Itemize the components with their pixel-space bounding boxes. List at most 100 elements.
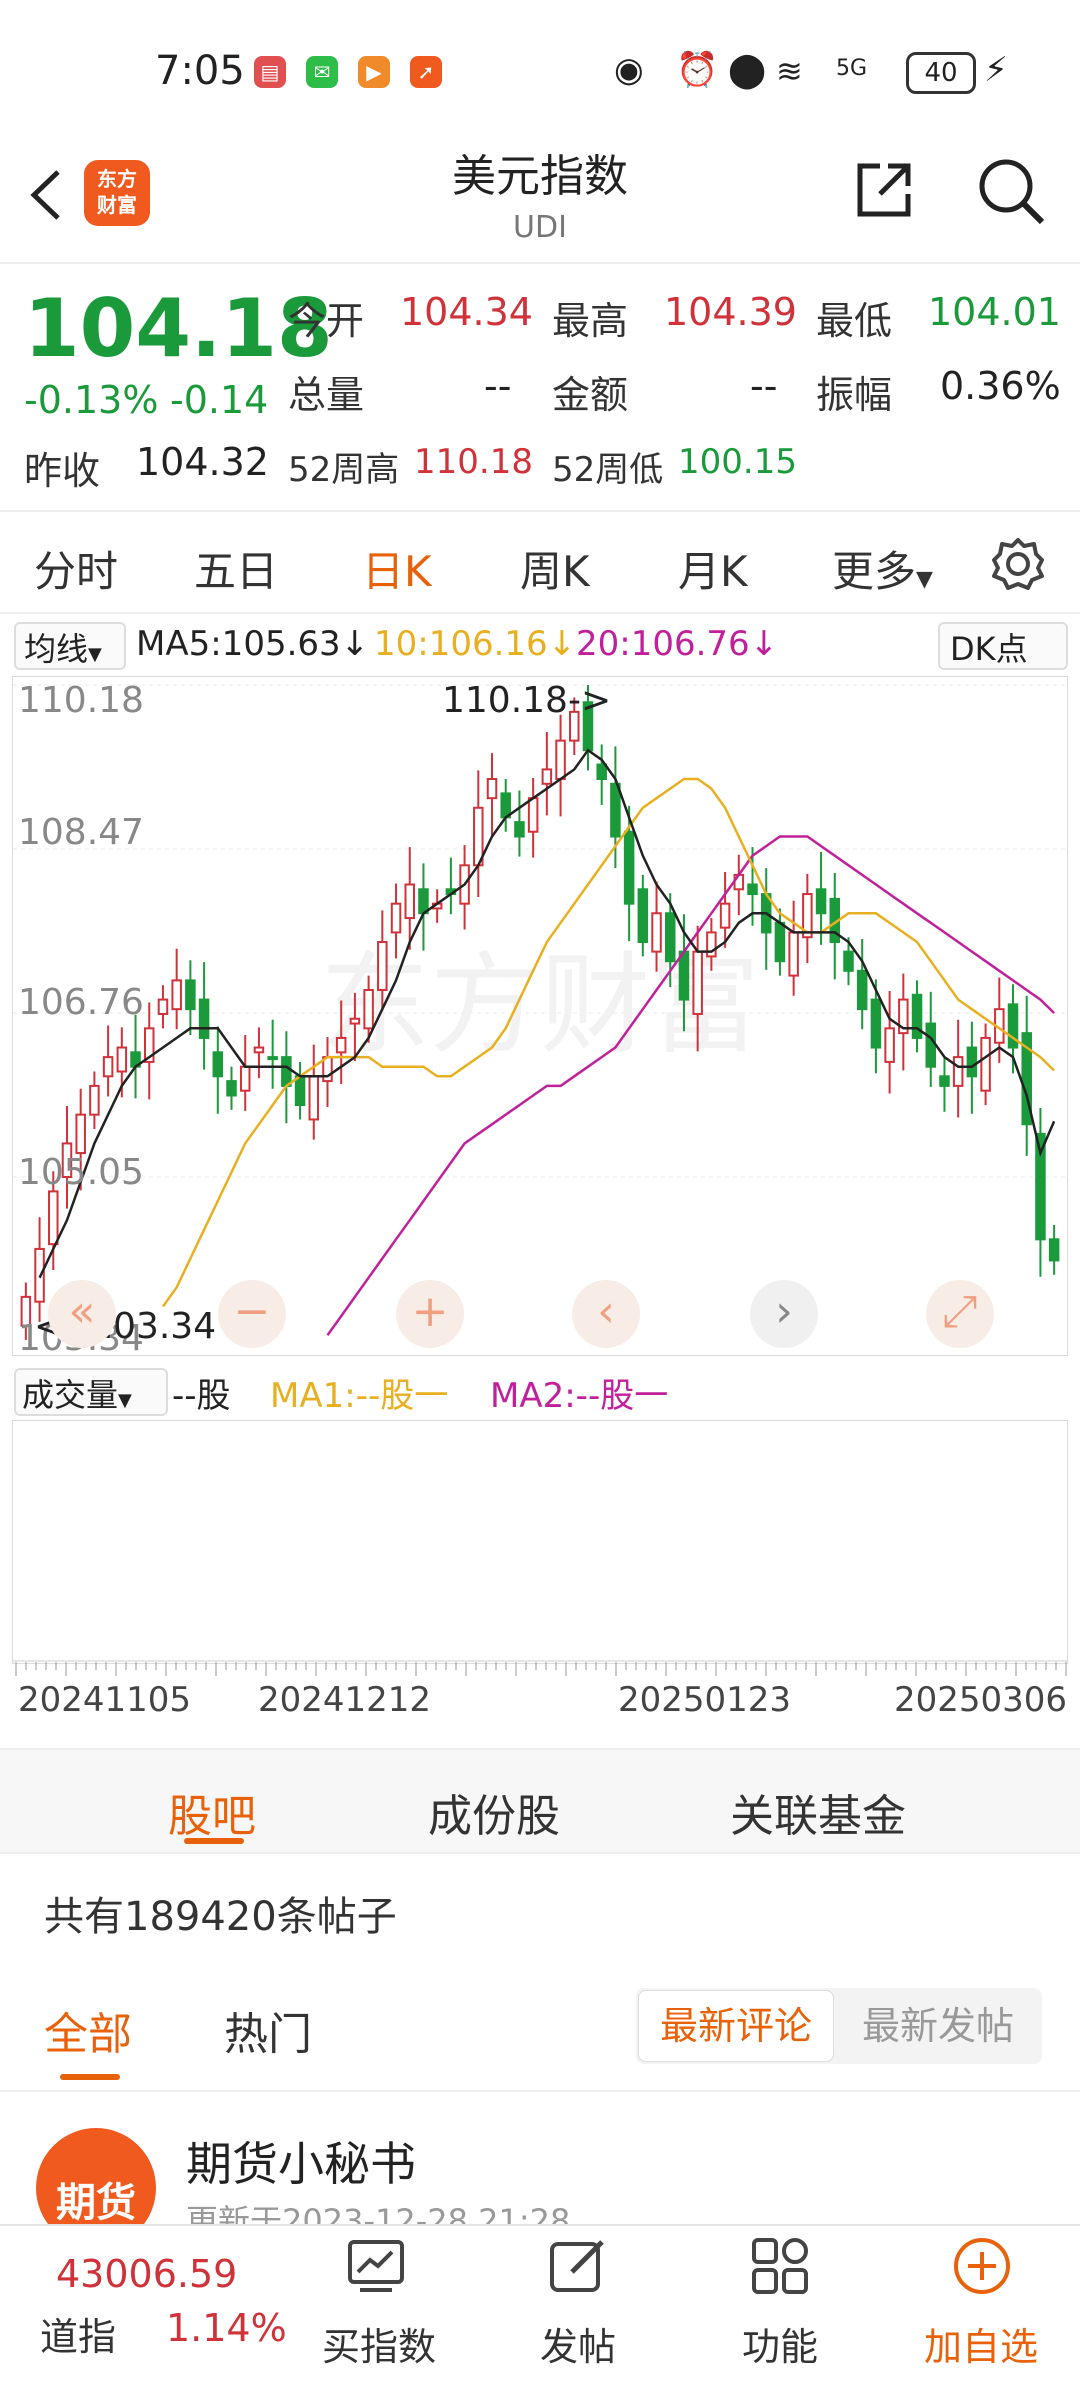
functions-icon[interactable] <box>748 2234 812 2298</box>
divider <box>0 262 1080 264</box>
tab-all[interactable]: 全部 <box>44 1998 132 2062</box>
candle-body <box>774 921 786 963</box>
volume-value: --股 <box>172 1376 231 1416</box>
sort-latest-comment[interactable]: 最新评论 <box>638 1990 834 2062</box>
post-author[interactable]: 期货小秘书 <box>186 2128 416 2194</box>
candle-body <box>610 782 621 838</box>
fullscreen-button[interactable]: ⤢ <box>926 1280 994 1348</box>
candle-body <box>541 768 553 785</box>
tab-more-label: 更多 <box>832 547 917 596</box>
candle-body <box>925 1022 937 1068</box>
tab-guba[interactable]: 股吧 <box>168 1780 256 1844</box>
candle-body <box>980 1036 991 1092</box>
indicator-selector[interactable]: 成交量▼ <box>14 1368 168 1416</box>
zoom-out-button[interactable]: − <box>218 1280 286 1348</box>
prev-close-value: 104.32 <box>136 440 269 484</box>
amplitude-value: 0.36% <box>940 364 1061 408</box>
nav-functions[interactable]: 功能 <box>742 2316 818 2371</box>
dropdown-arrow-icon: ▼ <box>118 1390 132 1411</box>
candle-body <box>692 950 703 1015</box>
tab-hot[interactable]: 热门 <box>224 1998 312 2062</box>
vol-ma1: MA1:--股一 <box>270 1376 449 1416</box>
post-icon[interactable] <box>546 2234 610 2298</box>
ma5-legend: MA5:105.63↓ <box>136 624 370 664</box>
divider <box>0 612 1080 614</box>
tab-related-funds[interactable]: 关联基金 <box>730 1780 906 1844</box>
share-icon[interactable] <box>852 158 916 222</box>
active-tab-indicator <box>184 1838 244 1844</box>
candle-body <box>952 1056 964 1087</box>
battery-icon: 40 <box>906 52 976 94</box>
sort-latest-post[interactable]: 最新发帖 <box>840 1990 1036 2062</box>
status-time: 7:05 <box>155 48 245 94</box>
scroll-left-button[interactable]: ‹ <box>572 1280 640 1348</box>
nav-post[interactable]: 发帖 <box>540 2316 616 2371</box>
ma-selector[interactable]: 均线▼ <box>14 622 126 670</box>
tab-monthly-k[interactable]: 月K <box>678 538 748 599</box>
tab-weekly-k[interactable]: 周K <box>520 538 590 599</box>
w52-low-value: 100.15 <box>678 442 797 482</box>
tab-constituents[interactable]: 成份股 <box>428 1780 560 1844</box>
change-value: -0.14 <box>170 378 269 422</box>
nav-buy-index[interactable]: 买指数 <box>322 2316 436 2371</box>
candle-body <box>116 1046 128 1073</box>
candle-body <box>719 902 731 929</box>
high-label: 最高 <box>552 299 629 343</box>
candle-body <box>226 1080 237 1097</box>
amplitude-label: 振幅 <box>816 373 893 417</box>
dow-value[interactable]: 43006.59 <box>56 2252 237 2296</box>
search-icon[interactable] <box>976 156 1046 226</box>
page-title: 美元指数 <box>452 151 628 202</box>
candle-body <box>870 998 882 1049</box>
add-favorite-icon[interactable] <box>950 2234 1014 2298</box>
tab-daily-k[interactable]: 日K <box>362 538 432 599</box>
ma10-value: 10:106.16 <box>374 624 548 664</box>
amount-value: -- <box>750 364 778 408</box>
divider <box>0 1852 1080 1854</box>
nav-add-favorite[interactable]: 加自选 <box>924 2316 1038 2371</box>
y-tick-2: 108.47 <box>18 812 144 853</box>
x-label-4: 20250306 <box>894 1680 1068 1720</box>
y-tick-3: 106.76 <box>18 982 144 1023</box>
page-subtitle: UDI <box>513 210 567 245</box>
kline-chart[interactable]: 东方财富 <box>12 676 1068 1356</box>
candle-body <box>418 888 429 915</box>
network-label: 5G <box>836 56 868 81</box>
candle-body <box>239 1065 251 1092</box>
date-ticks <box>15 1662 1067 1676</box>
bottom-nav <box>0 2224 1080 2400</box>
tab-five-day[interactable]: 五日 <box>194 538 278 599</box>
buy-index-icon[interactable] <box>344 2234 408 2298</box>
tab-more[interactable]: 更多▼ <box>832 538 933 599</box>
tab-intraday[interactable]: 分时 <box>34 538 118 599</box>
ma10-legend: 10:106.16↓ <box>374 624 577 664</box>
candle-body <box>404 883 416 920</box>
volume-chart <box>12 1420 1068 1664</box>
settings-icon[interactable] <box>990 536 1046 592</box>
zoom-in-button[interactable]: + <box>396 1280 464 1348</box>
eastmoney-app-icon: ➚ <box>410 56 442 88</box>
dk-point-button[interactable]: DK点 <box>938 622 1068 670</box>
y-tick-4: 105.05 <box>18 1152 144 1193</box>
candle-body <box>747 883 758 896</box>
candle-body <box>884 1027 895 1063</box>
divider <box>0 2090 1080 2092</box>
alarm-icon: ⏰ <box>676 50 719 90</box>
scroll-right-button[interactable]: › <box>750 1280 818 1348</box>
ma5-value: MA5:105.63 <box>136 624 341 664</box>
vol-ma2: MA2:--股一 <box>490 1376 669 1416</box>
dow-name[interactable]: 道指 <box>40 2306 116 2361</box>
charging-icon: ⚡ <box>984 50 1008 90</box>
candle-body <box>856 969 868 1011</box>
volume-ticks <box>13 1660 1067 1662</box>
wechat-icon: ✉ <box>306 56 338 88</box>
candle-body <box>48 1190 59 1246</box>
candle-body <box>75 1113 86 1155</box>
fast-back-button[interactable]: « <box>48 1280 116 1348</box>
candle-body <box>185 979 196 1011</box>
candle-body <box>555 739 566 780</box>
w52-high-label: 52周高 <box>288 450 400 490</box>
candle-body <box>89 1084 100 1116</box>
candle-body <box>212 1051 224 1078</box>
volume-value: -- <box>484 364 512 408</box>
